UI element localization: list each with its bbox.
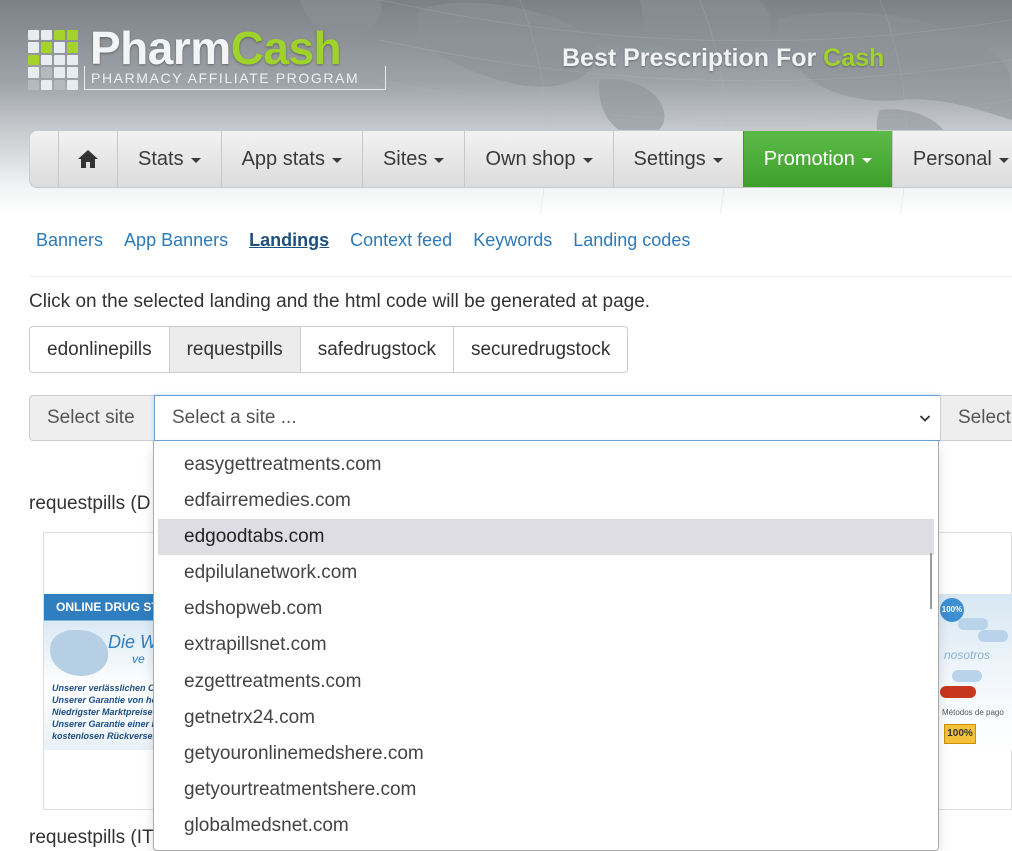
- instruction-text: Click on the selected landing and the ht…: [29, 291, 651, 312]
- world-map-image: [50, 630, 108, 676]
- nav-promotion[interactable]: Promotion: [742, 131, 892, 187]
- site-option[interactable]: edfairremedies.com: [158, 483, 934, 519]
- nav-home[interactable]: [58, 131, 117, 187]
- site-options-list: easygettreatments.com edfairremedies.com…: [154, 441, 938, 844]
- preview-label: requestpills (IT: [29, 827, 154, 848]
- pill-image: [958, 618, 988, 630]
- promotion-subnav: Banners App Banners Landings Context fee…: [36, 230, 711, 251]
- nav-own-shop[interactable]: Own shop: [464, 131, 612, 187]
- divider: [29, 276, 1012, 277]
- main-navbar: Stats App stats Sites Own shop Settings …: [29, 130, 1012, 188]
- header-tagline: Best Prescription For Cash: [562, 44, 885, 72]
- nav-app-stats[interactable]: App stats: [220, 131, 362, 187]
- site-option[interactable]: edshopweb.com: [158, 591, 934, 627]
- select-right-label: Select: [940, 395, 1012, 441]
- preview-label: requestpills (D: [29, 493, 151, 514]
- site-option[interactable]: extrapillsnet.com: [158, 627, 934, 663]
- subnav-app-banners[interactable]: App Banners: [124, 230, 228, 251]
- landing-button-group: edonlinepills requestpills safedrugstock…: [29, 326, 629, 373]
- pill-image: [978, 630, 1008, 642]
- subnav-banners[interactable]: Banners: [36, 230, 103, 251]
- caret-down-icon: [998, 157, 1009, 163]
- caret-down-icon: [712, 157, 723, 163]
- chevron-down-icon: [919, 415, 931, 422]
- caret-down-icon: [190, 157, 201, 163]
- site-option[interactable]: ezgettreatments.com: [158, 664, 934, 700]
- select-site-label: Select site: [29, 395, 155, 441]
- site-option[interactable]: getnetrx24.com: [158, 700, 934, 736]
- landing-preview-banner[interactable]: ONLINE DRUG ST Die W ve Unserer verlässl…: [44, 594, 156, 750]
- landing-requestpills-button[interactable]: requestpills: [168, 326, 301, 373]
- caret-down-icon: [331, 157, 342, 163]
- caret-down-icon: [582, 157, 593, 163]
- site-select-placeholder: Select a site ...: [172, 407, 297, 428]
- site-option[interactable]: edpilulanetwork.com: [158, 555, 934, 591]
- dropdown-scrollbar[interactable]: [930, 553, 932, 609]
- site-select-dropdown[interactable]: easygettreatments.com edfairremedies.com…: [153, 441, 939, 851]
- site-select[interactable]: Select a site ...: [154, 395, 941, 441]
- subnav-keywords[interactable]: Keywords: [473, 230, 552, 251]
- pill-image: [940, 686, 976, 698]
- site-option-highlighted[interactable]: edgoodtabs.com: [158, 519, 934, 556]
- landing-safedrugstock-button[interactable]: safedrugstock: [299, 326, 454, 373]
- subnav-landing-codes[interactable]: Landing codes: [573, 230, 690, 251]
- logo-grid-icon: [28, 30, 78, 90]
- logo-subtitle: PHARMACY AFFILIATE PROGRAM: [84, 66, 386, 90]
- site-option[interactable]: globalmedsnet.com: [158, 808, 934, 844]
- site-option[interactable]: easygettreatments.com: [158, 447, 934, 483]
- site-option[interactable]: getyourtreatmentshere.com: [158, 772, 934, 808]
- secure-seal-icon: 100%: [944, 724, 976, 744]
- nav-settings[interactable]: Settings: [612, 131, 743, 187]
- pill-image: [952, 670, 982, 682]
- site-option[interactable]: getyouronlinemedshere.com: [158, 736, 934, 772]
- landing-edonlinepills-button[interactable]: edonlinepills: [29, 326, 170, 373]
- caret-down-icon: [434, 157, 445, 163]
- caret-down-icon: [861, 157, 872, 163]
- nav-stats[interactable]: Stats: [117, 131, 221, 187]
- subnav-landings[interactable]: Landings: [249, 230, 329, 251]
- subnav-context-feed[interactable]: Context feed: [350, 230, 452, 251]
- nav-sites[interactable]: Sites: [361, 131, 464, 187]
- landing-securedrugstock-button[interactable]: securedrugstock: [452, 326, 629, 373]
- pharmcash-logo[interactable]: PharmCash PHARMACY AFFILIATE PROGRAM: [28, 22, 390, 92]
- landing-preview-banner-right[interactable]: 100% nosotros Métodos de pago 100%: [938, 594, 1012, 750]
- nav-personal[interactable]: Personal: [891, 131, 1012, 187]
- home-icon: [78, 150, 98, 168]
